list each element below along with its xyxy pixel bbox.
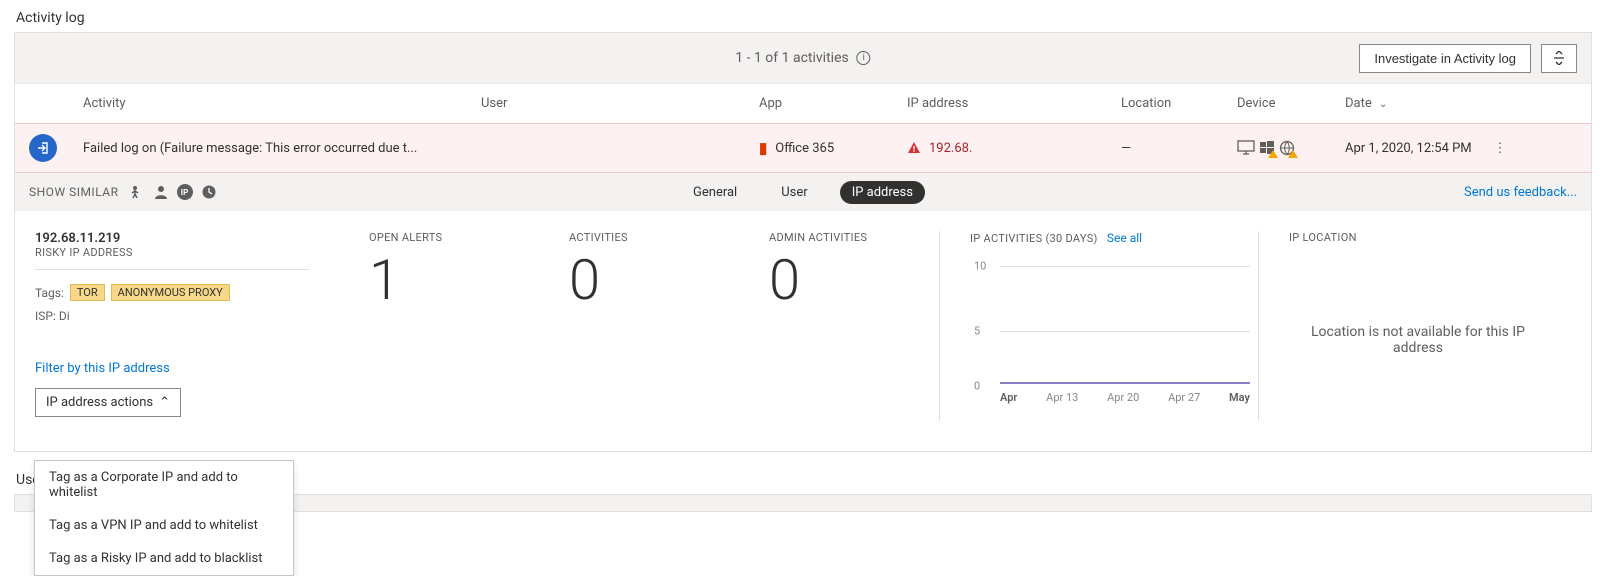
show-similar-icons: IP: [129, 184, 217, 200]
ip-info-panel: 192.68.11.219 RISKY IP ADDRESS Tags: TOR…: [29, 231, 339, 421]
xtick-apr27: Apr 27: [1168, 391, 1200, 404]
subbar: SHOW SIMILAR IP General User IP address …: [15, 173, 1591, 211]
col-date[interactable]: Date ⌄: [1345, 96, 1485, 111]
x-axis-ticks: Apr Apr 13 Apr 20 Apr 27 May: [1000, 391, 1250, 404]
office365-icon: ▮: [759, 139, 767, 157]
tabs: General User IP address: [681, 181, 925, 204]
info-icon[interactable]: i: [857, 51, 871, 65]
row-menu-button[interactable]: ⋮: [1485, 141, 1515, 156]
show-similar-label: SHOW SIMILAR: [29, 185, 119, 199]
activities-title: ACTIVITIES: [569, 231, 709, 244]
activities-value: 0: [569, 252, 709, 308]
desktop-icon: [1237, 140, 1255, 156]
cell-activity: Failed log on (Failure message: This err…: [83, 141, 481, 156]
admin-activities-title: ADMIN ACTIVITIES: [769, 231, 909, 244]
ip-tags: Tags: TOR ANONYMOUS PROXY: [35, 284, 309, 301]
col-ip[interactable]: IP address: [907, 96, 1121, 111]
xtick-apr13: Apr 13: [1046, 391, 1078, 404]
tag-tor: TOR: [70, 284, 105, 301]
activity-panel: 1 - 1 of 1 activities i Investigate in A…: [14, 32, 1592, 452]
tag-anon-proxy: ANONYMOUS PROXY: [111, 284, 230, 301]
section-title: Activity log: [0, 0, 1606, 32]
admin-activities-value: 0: [769, 252, 909, 308]
login-icon: [29, 134, 57, 162]
isp-line: ISP: Di: [35, 309, 309, 323]
cell-ip: 192.68.: [907, 141, 1121, 156]
tab-general[interactable]: General: [681, 181, 749, 204]
xtick-may: May: [1229, 391, 1250, 404]
open-alerts-title: OPEN ALERTS: [369, 231, 509, 244]
cell-location: —: [1121, 141, 1237, 156]
col-user[interactable]: User: [481, 96, 759, 111]
panel-header: 1 - 1 of 1 activities i Investigate in A…: [15, 33, 1591, 83]
xtick-apr: Apr: [1000, 391, 1017, 404]
chart-title: IP ACTIVITIES (30 DAYS): [970, 232, 1098, 245]
investigate-button[interactable]: Investigate in Activity log: [1359, 44, 1531, 73]
activities-stat: ACTIVITIES 0: [539, 231, 739, 421]
menu-item-corporate-whitelist[interactable]: Tag as a Corporate IP and add to whiteli…: [35, 461, 293, 509]
windows-icon: [1259, 140, 1275, 156]
browser-icon: [1279, 140, 1295, 156]
pagination-count: 1 - 1 of 1 activities: [735, 50, 848, 66]
col-activity[interactable]: Activity: [83, 96, 481, 111]
menu-item-risky-blacklist[interactable]: Tag as a Risky IP and add to blacklist: [35, 542, 293, 575]
cell-date: Apr 1, 2020, 12:54 PM: [1345, 141, 1485, 156]
expand-icon: [1552, 51, 1566, 65]
table-header-row: Activity User App IP address Location De…: [15, 83, 1591, 123]
pagination-text: 1 - 1 of 1 activities i: [735, 50, 870, 66]
see-all-link[interactable]: See all: [1107, 231, 1142, 245]
col-date-label: Date: [1345, 96, 1372, 111]
chart-series-line: [1000, 382, 1250, 384]
chart-area: 10 5 0 Apr Apr 13 Apr 20 Apr 27 May: [970, 266, 1250, 396]
tags-label: Tags:: [35, 286, 64, 300]
ip-info-address: 192.68.11.219: [35, 231, 309, 246]
chevron-up-icon: ⌃: [159, 395, 170, 410]
filter-by-ip-link[interactable]: Filter by this IP address: [35, 361, 170, 376]
ip-actions-menu: Tag as a Corporate IP and add to whiteli…: [34, 460, 294, 576]
ip-detail-row: 192.68.11.219 RISKY IP ADDRESS Tags: TOR…: [15, 211, 1591, 451]
cell-app: ▮ Office 365: [759, 139, 907, 157]
feedback-link[interactable]: Send us feedback...: [1464, 185, 1577, 200]
ytick-0: 0: [974, 379, 980, 392]
warning-icon: [907, 141, 921, 156]
app-name: Office 365: [775, 141, 834, 156]
ip-location-panel: IP LOCATION Location is not available fo…: [1259, 231, 1577, 421]
ytick-10: 10: [974, 260, 986, 273]
table-row[interactable]: Failed log on (Failure message: This err…: [15, 123, 1591, 173]
ip-value: 192.68.: [929, 141, 972, 156]
admin-activities-stat: ADMIN ACTIVITIES 0: [739, 231, 939, 421]
activity-icon[interactable]: [129, 184, 145, 200]
col-location[interactable]: Location: [1121, 96, 1237, 111]
tab-ip-address[interactable]: IP address: [840, 181, 925, 204]
open-alerts-stat: OPEN ALERTS 1: [339, 231, 539, 421]
xtick-apr20: Apr 20: [1107, 391, 1139, 404]
ip-icon[interactable]: IP: [177, 184, 193, 200]
ip-location-title: IP LOCATION: [1289, 231, 1547, 244]
col-app[interactable]: App: [759, 96, 907, 111]
ip-location-message: Location is not available for this IP ad…: [1289, 324, 1547, 356]
tab-user[interactable]: User: [769, 181, 819, 204]
ytick-5: 5: [974, 325, 980, 338]
col-device[interactable]: Device: [1237, 96, 1345, 111]
menu-item-vpn-whitelist[interactable]: Tag as a VPN IP and add to whitelist: [35, 509, 293, 542]
chevron-down-icon: ⌄: [1379, 99, 1387, 110]
ip-actions-dropdown[interactable]: IP address actions ⌃: [35, 388, 181, 417]
cell-device: [1237, 140, 1345, 156]
expand-collapse-button[interactable]: [1541, 44, 1577, 73]
ip-activities-chart-panel: IP ACTIVITIES (30 DAYS) See all 10 5 0 A…: [939, 231, 1259, 421]
ip-info-label: RISKY IP ADDRESS: [35, 246, 309, 270]
ip-actions-label: IP address actions: [46, 395, 153, 410]
clock-icon[interactable]: [201, 184, 217, 200]
open-alerts-value: 1: [369, 252, 509, 308]
user-icon[interactable]: [153, 184, 169, 200]
